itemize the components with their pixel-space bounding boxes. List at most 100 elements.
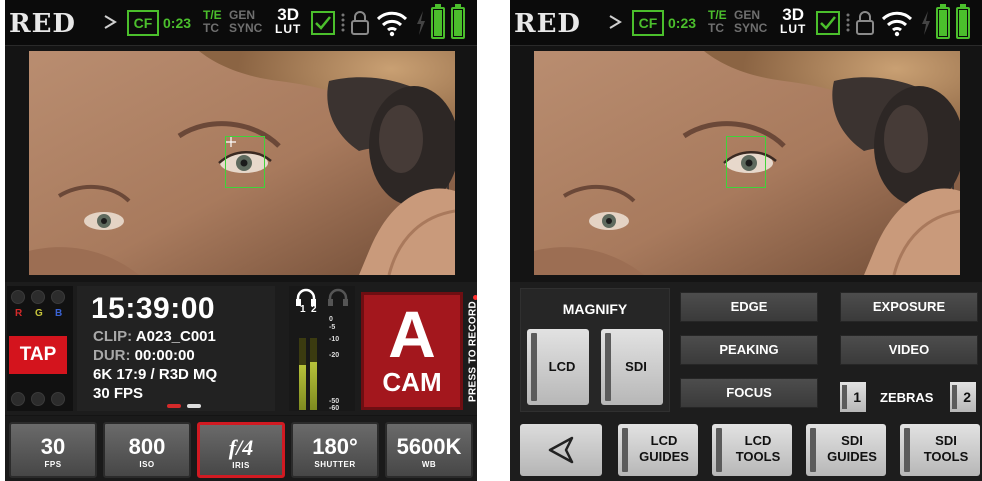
shutter-value: 180° <box>312 434 358 459</box>
audio-meter-panel[interactable]: 1 2 0 -5 -10 -20 -50 -60 <box>289 286 355 412</box>
iso-label: ISO <box>139 460 155 469</box>
magnify-lcd-button[interactable]: LCD <box>527 329 589 405</box>
sdi-tools-bottom: TOOLS <box>923 449 969 464</box>
focus-target-box[interactable] <box>726 136 766 188</box>
red-logo: RED <box>514 9 581 39</box>
iris-label: IRIS <box>232 461 250 470</box>
back-arrow-icon <box>548 436 574 464</box>
meter-label-b: B <box>55 308 63 319</box>
play-arrow-icon <box>609 15 622 29</box>
wifi-icon[interactable] <box>880 8 914 38</box>
focus-target-box[interactable] <box>225 136 265 188</box>
battery-b-icon[interactable] <box>956 4 970 39</box>
tc-label: TC <box>203 21 219 35</box>
tap-button[interactable]: TAP <box>9 336 67 374</box>
zebra-1-label: 1 <box>853 389 861 405</box>
genlock-status[interactable]: GEN SYNC <box>734 9 767 35</box>
status-bar: RED CF 0:23 T/E TC GEN SYNC 3D LUT <box>510 0 982 46</box>
iso-value: 800 <box>128 434 166 459</box>
wb-label: WB <box>421 460 437 469</box>
sdi-tools-button[interactable]: SDI TOOLS <box>900 424 980 476</box>
sdi-tools-top: SDI <box>935 433 957 448</box>
sync-label: SYNC <box>229 21 263 35</box>
checkbox-status-icon[interactable] <box>816 11 840 35</box>
media-remaining-time: 0:23 <box>163 15 192 31</box>
checkbox-status-icon[interactable] <box>311 11 335 35</box>
audio-scale-label: -10 <box>329 336 340 343</box>
edge-button[interactable]: EDGE <box>680 292 818 322</box>
lut-bottom-label: LUT <box>780 22 807 36</box>
media-badge[interactable]: CF <box>127 10 159 36</box>
audio-scale-label: 0 <box>329 316 333 323</box>
audio-level-bar-1 <box>299 338 306 410</box>
crosshair-icon <box>226 137 236 147</box>
power-bolt-icon <box>417 11 425 35</box>
shutter-button[interactable]: 180° SHUTTER <box>291 422 379 478</box>
lut-status[interactable]: 3D LUT <box>780 6 807 36</box>
timecode-status[interactable]: T/E TC <box>708 9 727 35</box>
play-arrow-icon <box>104 15 117 29</box>
audio-scale-label: -20 <box>329 352 340 359</box>
lower-control-panel: R G B 15:39:00 CLIP: A023_C001 DUR: 00:0… <box>5 282 477 415</box>
lut-bottom-label: LUT <box>275 22 302 36</box>
magnify-sdi-label: SDI <box>625 359 647 374</box>
lcd-tools-button[interactable]: LCD TOOLS <box>712 424 792 476</box>
back-button[interactable] <box>520 424 602 476</box>
media-badge[interactable]: CF <box>632 10 664 36</box>
zebra-1-button[interactable]: 1 <box>840 382 866 412</box>
zebra-2-button[interactable]: 2 <box>950 382 976 412</box>
sdi-guides-bottom: GUIDES <box>827 449 877 464</box>
sdi-guides-top: SDI <box>841 433 863 448</box>
record-button[interactable]: A CAM <box>361 292 463 410</box>
fps-button[interactable]: 30 FPS <box>9 422 97 478</box>
battery-a-icon[interactable] <box>431 4 445 39</box>
iris-button[interactable]: f/4 IRIS <box>197 422 285 478</box>
iso-button[interactable]: 800 ISO <box>103 422 191 478</box>
lcd-guides-top: LCD <box>650 433 678 448</box>
clip-name-line: CLIP: A023_C001 <box>93 328 216 345</box>
wb-button[interactable]: 5600K WB <box>385 422 473 478</box>
exposure-button[interactable]: EXPOSURE <box>840 292 978 322</box>
meter-dot <box>51 290 65 304</box>
camera-viewfinder[interactable] <box>29 51 455 275</box>
dur-key: DUR: <box>93 347 131 364</box>
lock-icon[interactable] <box>854 10 876 36</box>
page-dot-active <box>167 404 181 408</box>
genlock-status[interactable]: GEN SYNC <box>229 9 262 35</box>
lcd-tools-top: LCD <box>744 433 772 448</box>
fps-label: FPS <box>44 460 62 469</box>
lut-top-label: 3D <box>277 5 300 24</box>
magnify-sdi-button[interactable]: SDI <box>601 329 663 405</box>
wifi-icon[interactable] <box>375 8 409 38</box>
fps-value: 30 <box>40 434 66 459</box>
lock-icon[interactable] <box>349 10 371 36</box>
zebras-label: ZEBRAS <box>880 390 934 405</box>
lut-status[interactable]: 3D LUT <box>275 5 302 36</box>
sdi-guides-button[interactable]: SDI GUIDES <box>806 424 886 476</box>
peaking-button[interactable]: PEAKING <box>680 335 818 365</box>
press-to-record-label: PRESS TO RECORD <box>467 290 478 414</box>
page-indicator[interactable] <box>167 404 207 409</box>
audio-scale-label: -5 <box>329 324 336 331</box>
lcd-guides-button[interactable]: LCD GUIDES <box>618 424 698 476</box>
lcd-tools-bottom: TOOLS <box>735 449 781 464</box>
signal-dots-icon <box>846 13 850 32</box>
status-bar: RED CF 0:23 T/E TC GEN SYNC 3D LUT <box>5 0 477 46</box>
camera-viewfinder[interactable] <box>534 51 960 275</box>
page-dot <box>187 404 201 408</box>
timecode-status[interactable]: T/E TC <box>203 9 222 35</box>
video-button[interactable]: VIDEO <box>840 335 978 365</box>
zebras-control: 1 ZEBRAS 2 <box>840 382 980 412</box>
audio-scale-label: -60 <box>329 405 340 412</box>
clip-info-panel[interactable]: 15:39:00 CLIP: A023_C001 DUR: 00:00:00 6… <box>77 286 275 411</box>
red-logo: RED <box>9 9 76 39</box>
focus-button[interactable]: FOCUS <box>680 378 818 408</box>
signal-dots-icon <box>341 13 345 32</box>
duration-line: DUR: 00:00:00 <box>93 347 195 364</box>
dur-value: 00:00:00 <box>134 347 195 364</box>
meter-label-r: R <box>15 308 23 319</box>
battery-a-icon[interactable] <box>936 4 950 39</box>
camera-cam-label: CAM <box>382 367 442 397</box>
meter-dot <box>31 392 45 406</box>
battery-b-icon[interactable] <box>451 4 465 39</box>
